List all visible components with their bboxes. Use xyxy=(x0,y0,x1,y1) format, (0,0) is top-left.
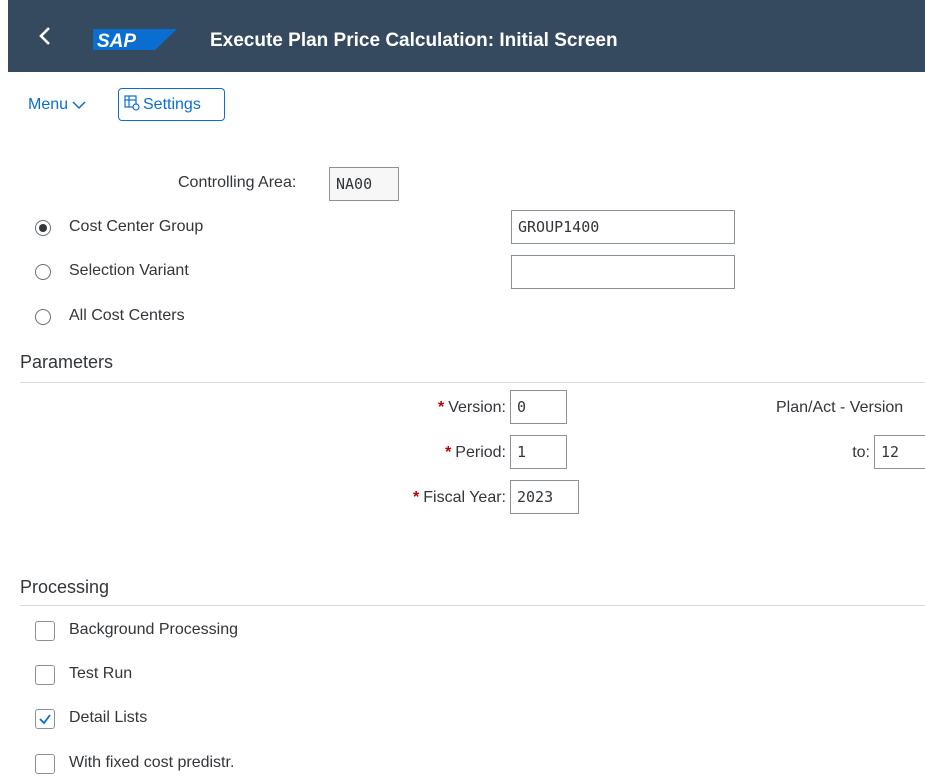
selection-variant-radio[interactable] xyxy=(35,264,51,280)
settings-button[interactable]: Settings xyxy=(118,88,225,121)
fiscal-year-label: * Fiscal Year: xyxy=(350,489,506,507)
version-description: Plan/Act - Version xyxy=(776,399,904,416)
period-to-field[interactable]: 12 xyxy=(874,435,925,469)
all-cost-centers-radio[interactable] xyxy=(35,309,51,325)
version-field[interactable]: 0 xyxy=(510,390,567,424)
fixed-cost-predistr-label: With fixed cost predistr. xyxy=(69,754,235,771)
test-run-label: Test Run xyxy=(69,665,133,682)
all-cost-centers-label: All Cost Centers xyxy=(69,307,185,324)
svg-text:SAP: SAP xyxy=(97,31,136,50)
version-label-text: Version: xyxy=(448,399,506,416)
selection-variant-field[interactable] xyxy=(511,255,735,289)
sap-logo: SAP xyxy=(93,29,177,50)
background-processing-checkbox[interactable] xyxy=(35,621,55,641)
fixed-cost-predistr-checkbox[interactable] xyxy=(35,754,55,774)
controlling-area-label: Controlling Area: xyxy=(178,174,297,191)
version-label: * Version: xyxy=(380,399,506,417)
menu-button[interactable]: Menu xyxy=(28,96,86,114)
detail-lists-label: Detail Lists xyxy=(69,709,148,726)
settings-grid-icon xyxy=(124,95,140,111)
period-to-label: to: xyxy=(852,444,870,461)
processing-section-title: Processing xyxy=(20,577,110,597)
required-marker: * xyxy=(445,444,452,461)
parameters-divider xyxy=(20,382,925,383)
selection-variant-label: Selection Variant xyxy=(69,262,189,279)
period-from-field[interactable]: 1 xyxy=(510,435,567,469)
settings-label: Settings xyxy=(143,96,201,113)
detail-lists-checkbox[interactable] xyxy=(35,709,55,729)
parameters-section-title: Parameters xyxy=(20,352,114,372)
back-button[interactable] xyxy=(38,26,58,48)
page-title: Execute Plan Price Calculation: Initial … xyxy=(210,30,618,51)
controlling-area-field[interactable]: NA00 xyxy=(329,167,399,201)
required-marker: * xyxy=(437,399,445,416)
period-label: * Period: xyxy=(380,444,506,462)
chevron-down-icon xyxy=(72,101,86,109)
processing-divider xyxy=(20,605,925,606)
period-label-text: Period: xyxy=(455,444,506,461)
cost-center-group-radio[interactable] xyxy=(35,220,51,236)
radio-selected-dot xyxy=(39,224,47,232)
required-marker: * xyxy=(413,489,420,506)
menu-label: Menu xyxy=(28,96,69,113)
checkmark-icon xyxy=(39,714,51,725)
shell-bar: SAP Execute Plan Price Calculation: Init… xyxy=(8,0,925,72)
chevron-left-icon xyxy=(39,27,50,45)
background-processing-label: Background Processing xyxy=(69,621,238,638)
cost-center-group-field[interactable]: GROUP1400 xyxy=(511,210,735,244)
test-run-checkbox[interactable] xyxy=(35,665,55,685)
cost-center-group-label: Cost Center Group xyxy=(69,218,204,235)
fiscal-year-field[interactable]: 2023 xyxy=(510,480,579,514)
fiscal-year-label-text: Fiscal Year: xyxy=(423,489,506,506)
